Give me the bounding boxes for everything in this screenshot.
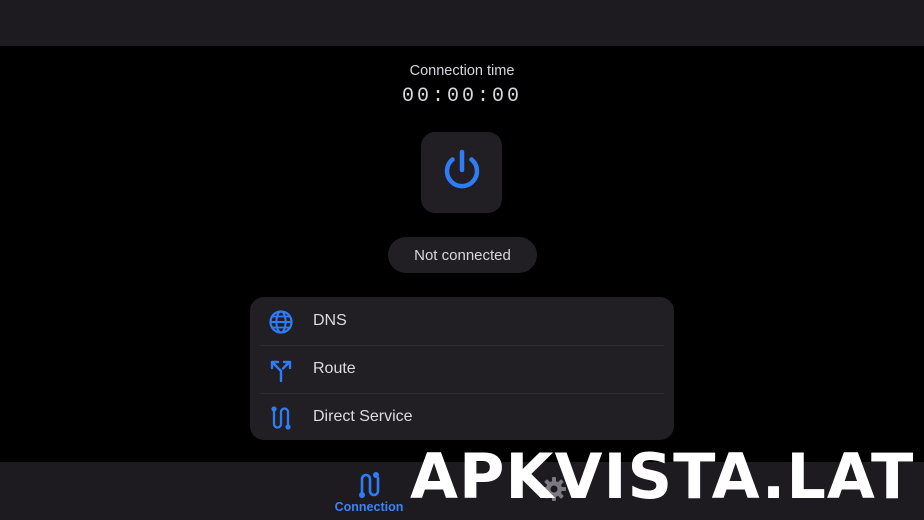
menu-item-dns[interactable]: DNS	[250, 297, 674, 345]
globe-icon	[268, 309, 294, 335]
connection-icon	[354, 470, 384, 500]
menu-item-direct-service[interactable]: Direct Service	[250, 393, 674, 440]
power-icon	[438, 146, 486, 199]
connection-time-value: 00:00:00	[401, 85, 522, 108]
connection-time-label: Connection time	[409, 63, 515, 79]
menu-item-label: Direct Service	[313, 408, 413, 425]
nav-connection-label: Connection	[334, 500, 404, 514]
connection-status-badge: Not connected	[388, 237, 537, 273]
direct-path-icon	[268, 405, 294, 431]
menu-item-route[interactable]: Route	[250, 345, 674, 393]
menu-item-label: DNS	[313, 312, 347, 329]
settings-menu-card: DNS Route Direct Service	[250, 297, 674, 440]
connection-status-text: Not connected	[414, 246, 511, 264]
power-button[interactable]	[421, 132, 502, 213]
nav-connection[interactable]: Connection	[324, 462, 414, 520]
top-app-bar	[0, 0, 924, 46]
watermark-text: APKVISTA.LAT	[410, 440, 915, 513]
menu-item-label: Route	[313, 360, 356, 377]
route-split-icon	[268, 357, 294, 383]
